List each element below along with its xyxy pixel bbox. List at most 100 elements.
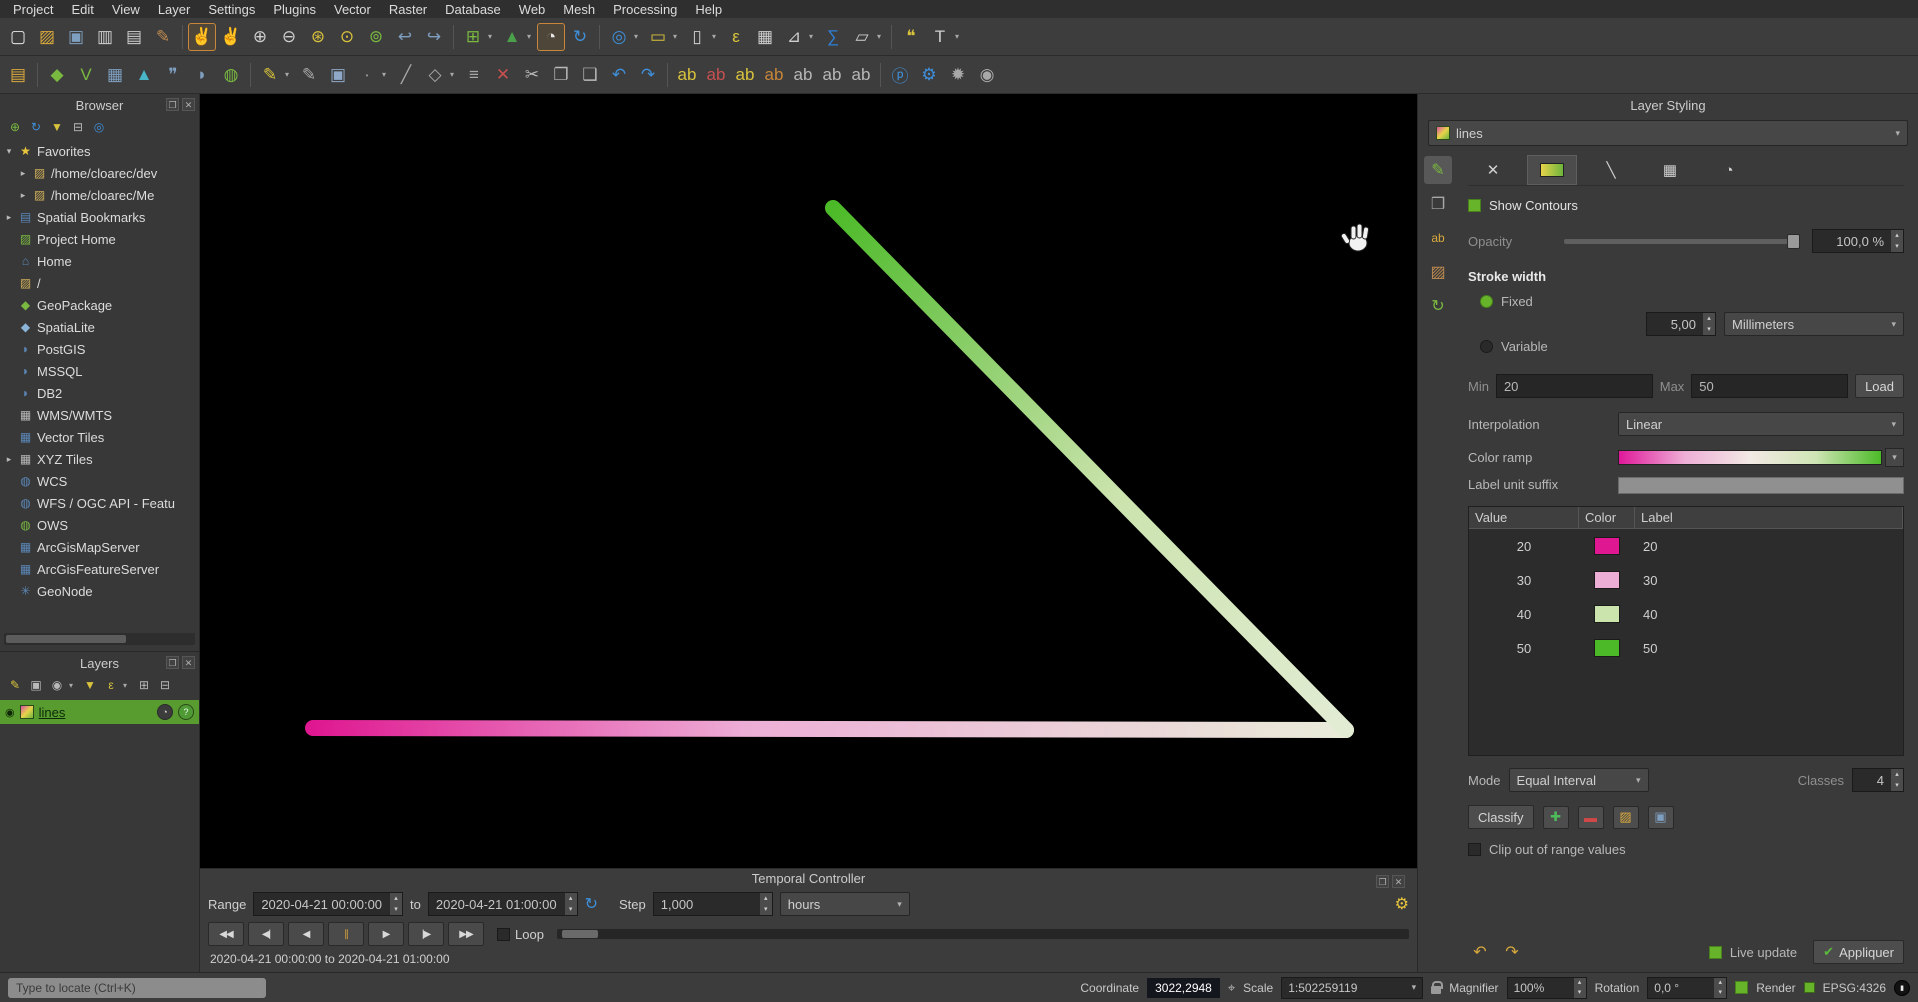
save-project-icon[interactable]: ▣ xyxy=(62,23,90,51)
browser-item-home-dev[interactable]: ▸▨/home/cloarec/dev xyxy=(0,162,199,184)
menu-database[interactable]: Database xyxy=(436,1,510,18)
class-color-cell[interactable] xyxy=(1579,605,1635,623)
copy-features-icon[interactable]: ❐ xyxy=(547,61,575,89)
statistical-summary-icon[interactable]: ∑ xyxy=(819,23,847,51)
temporal-layer-indicator-icon[interactable]: ◔ xyxy=(157,704,173,720)
browser-item-home[interactable]: ⌂Home xyxy=(0,250,199,272)
menu-layer[interactable]: Layer xyxy=(149,1,200,18)
range-start-spin-buttons[interactable]: ▴▾ xyxy=(389,893,402,915)
styling-layer-select[interactable]: lines ▾ xyxy=(1428,120,1908,146)
menu-processing[interactable]: Processing xyxy=(604,1,686,18)
scale-lock-icon[interactable] xyxy=(1431,986,1441,994)
remove-class-button[interactable]: ▬ xyxy=(1578,806,1604,829)
style-undo-icon[interactable]: ↶ xyxy=(1468,942,1492,962)
collapse-all-icon[interactable]: ⊟ xyxy=(69,118,87,136)
browser-item-xyz-tiles[interactable]: ▸▦XYZ Tiles xyxy=(0,448,199,470)
zoom-to-selection-icon[interactable]: ⊙ xyxy=(333,23,361,51)
browser-item-vector-tiles[interactable]: ▦Vector Tiles xyxy=(0,426,199,448)
metasearch-icon[interactable]: ◉ xyxy=(973,61,1001,89)
opacity-input[interactable]: 100,0 % ▴▾ xyxy=(1812,229,1904,253)
browser-item-project-home[interactable]: ▨Project Home xyxy=(0,228,199,250)
measure-area-icon[interactable]: ▱ xyxy=(848,23,876,51)
add-wms-layer-icon[interactable]: ◍ xyxy=(217,61,245,89)
next-frame-button[interactable]: |▶ xyxy=(408,922,444,946)
browser-item-arcgis-map-server[interactable]: ▦ArcGisMapServer xyxy=(0,536,199,558)
browser-hscrollbar[interactable] xyxy=(4,633,195,645)
rotation-spin-buttons[interactable]: ▴▾ xyxy=(1713,978,1726,998)
browser-item-arcgis-feature-server[interactable]: ▦ArcGisFeatureServer xyxy=(0,558,199,580)
deselect-features-icon[interactable]: ▯ xyxy=(683,23,711,51)
python-console-icon[interactable]: ⓟ xyxy=(886,61,914,89)
zoom-in-icon[interactable]: ⊕ xyxy=(246,23,274,51)
history-tab-icon[interactable]: ↻ xyxy=(1424,292,1452,320)
crs-button[interactable]: EPSG:4326 xyxy=(1823,981,1886,995)
pan-map-icon[interactable]: ✌ xyxy=(188,23,216,51)
layer-diagram-options-icon[interactable]: ab xyxy=(702,61,730,89)
interpolation-select[interactable]: Linear ▾ xyxy=(1618,412,1904,436)
play-forward-button[interactable]: ▶ xyxy=(368,922,404,946)
add-vector-layer-icon[interactable]: V xyxy=(72,61,100,89)
extents-toggle-icon[interactable]: ⌖ xyxy=(1228,980,1235,996)
open-project-icon[interactable]: ▨ xyxy=(33,23,61,51)
add-feature-icon[interactable]: ╱ xyxy=(392,61,420,89)
save-layer-edits-icon[interactable]: ▣ xyxy=(324,61,352,89)
browser-item-db2[interactable]: ◗DB2 xyxy=(0,382,199,404)
modify-attributes-icon[interactable]: ≡ xyxy=(460,61,488,89)
browser-item-spatialite[interactable]: ◆SpatiaLite xyxy=(0,316,199,338)
browser-close-icon[interactable]: ✕ xyxy=(182,98,195,111)
browser-item-spatial-bookmarks[interactable]: ▸▤Spatial Bookmarks xyxy=(0,206,199,228)
menu-mesh[interactable]: Mesh xyxy=(554,1,604,18)
classes-input[interactable]: 4 ▴▾ xyxy=(1852,768,1904,792)
apply-button[interactable]: ✔ Appliquer xyxy=(1813,940,1904,964)
expand-closed-icon[interactable]: ▸ xyxy=(18,190,28,201)
redo-icon[interactable]: ↷ xyxy=(634,61,662,89)
add-postgis-layer-icon[interactable]: ◗ xyxy=(188,61,216,89)
menu-settings[interactable]: Settings xyxy=(199,1,264,18)
text-annotation-dropdown-icon[interactable]: ▾ xyxy=(955,32,964,41)
browser-item-favorites[interactable]: ▾★Favorites xyxy=(0,140,199,162)
refresh-map-icon[interactable]: ↻ xyxy=(566,23,594,51)
menu-view[interactable]: View xyxy=(103,1,149,18)
class-table-row[interactable]: 3030 xyxy=(1469,563,1903,597)
save-classes-button[interactable]: ▣ xyxy=(1648,806,1674,829)
layout-manager-icon[interactable]: ▤ xyxy=(120,23,148,51)
zoom-to-layer-icon[interactable]: ⊚ xyxy=(362,23,390,51)
vertex-tool-dropdown-icon[interactable]: ▾ xyxy=(450,70,459,79)
manage-map-themes-dropdown-icon[interactable]: ▾ xyxy=(69,681,78,690)
new-3d-map-view-dropdown-icon[interactable]: ▾ xyxy=(527,32,536,41)
add-group-icon[interactable]: ▣ xyxy=(27,676,45,694)
label-unit-suffix-input[interactable] xyxy=(1618,477,1904,494)
class-color-cell[interactable] xyxy=(1579,639,1635,657)
step-spin-buttons[interactable]: ▴▾ xyxy=(759,893,772,915)
class-table-row[interactable]: 2020 xyxy=(1469,529,1903,563)
menu-help[interactable]: Help xyxy=(686,1,731,18)
filter-browser-icon[interactable]: ▼ xyxy=(48,118,66,136)
menu-vector[interactable]: Vector xyxy=(325,1,380,18)
new-geopackage-layer-icon[interactable]: ◆ xyxy=(43,61,71,89)
expand-closed-icon[interactable]: ▸ xyxy=(4,212,14,223)
filter-by-expression-dropdown-icon[interactable]: ▾ xyxy=(123,681,132,690)
vertex-tool-icon[interactable]: ◇ xyxy=(421,61,449,89)
coordinate-input[interactable]: 3022,2948 xyxy=(1147,978,1220,998)
messages-icon[interactable]: ▮ xyxy=(1894,980,1910,996)
browser-item-wms-wmts[interactable]: ▦WMS/WMTS xyxy=(0,404,199,426)
current-edits-dropdown-icon[interactable]: ▾ xyxy=(285,70,294,79)
load-button[interactable]: Load xyxy=(1855,374,1904,398)
clip-out-of-range-checkbox[interactable] xyxy=(1468,843,1481,856)
browser-item-ows[interactable]: ◍OWS xyxy=(0,514,199,536)
zoom-full-icon[interactable]: ⊛ xyxy=(304,23,332,51)
manage-map-themes-icon[interactable]: ◉ xyxy=(48,676,66,694)
data-source-manager-icon[interactable]: ▤ xyxy=(4,61,32,89)
cut-features-icon[interactable]: ✂ xyxy=(518,61,546,89)
width-unit-select[interactable]: Millimeters ▾ xyxy=(1724,312,1904,336)
load-classes-button[interactable]: ▨ xyxy=(1613,806,1639,829)
highlight-pinned-labels-icon[interactable]: ab xyxy=(760,61,788,89)
open-attribute-table-icon[interactable]: ▦ xyxy=(751,23,779,51)
expand-open-icon[interactable]: ▾ xyxy=(4,146,14,157)
zoom-next-icon[interactable]: ↪ xyxy=(420,23,448,51)
identify-features-dropdown-icon[interactable]: ▾ xyxy=(634,32,643,41)
measure-line-dropdown-icon[interactable]: ▾ xyxy=(809,32,818,41)
enable-properties-widget-icon[interactable]: ◎ xyxy=(90,118,108,136)
rendering-tab[interactable]: ▦ xyxy=(1645,155,1695,185)
new-project-icon[interactable]: ▢ xyxy=(4,23,32,51)
